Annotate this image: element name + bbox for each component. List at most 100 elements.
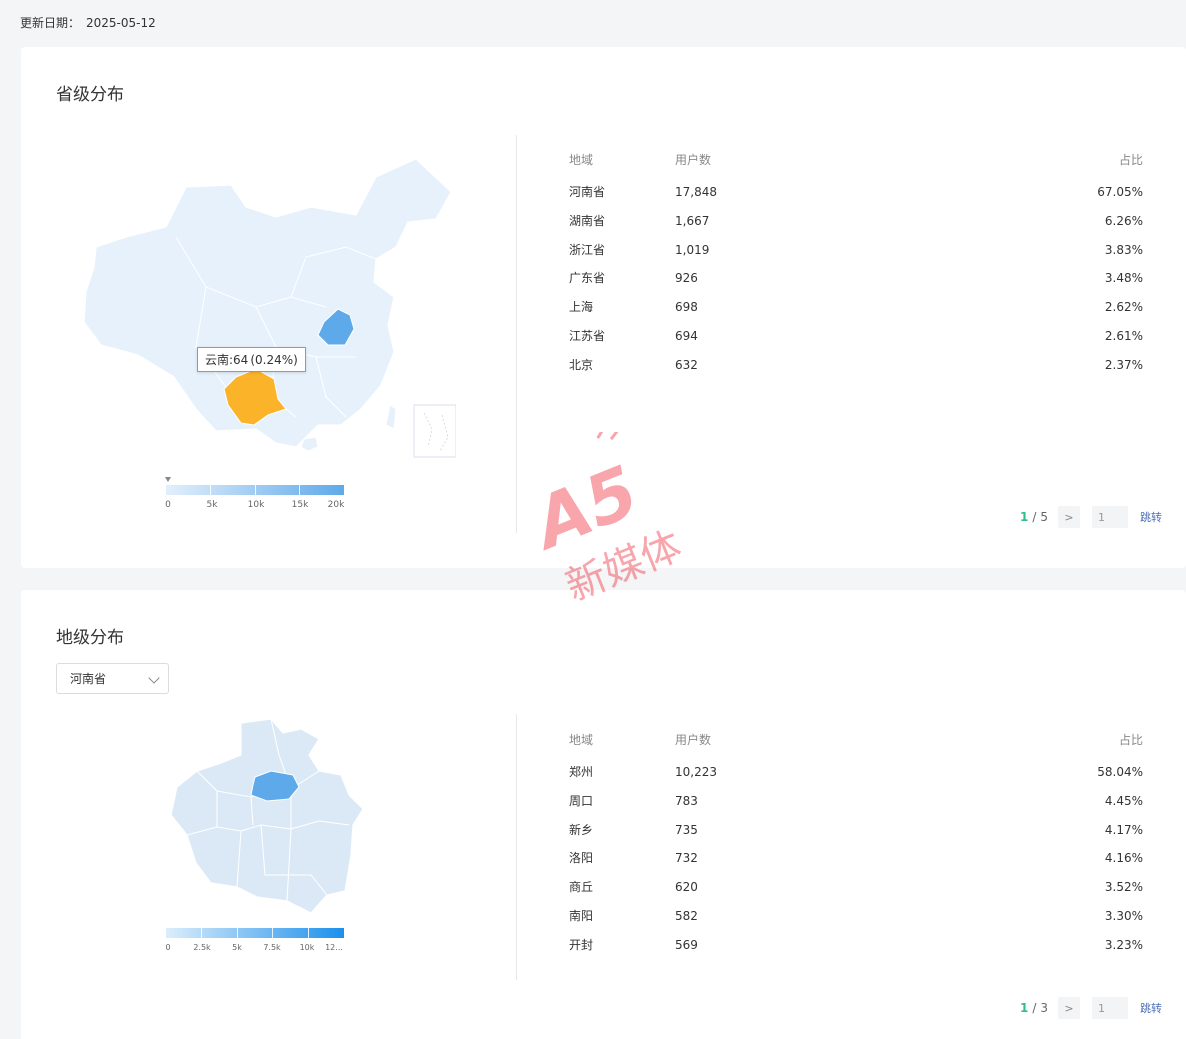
henan-map[interactable] (141, 715, 371, 915)
cell-users: 620 (675, 880, 698, 895)
map-henan-province[interactable] (170, 718, 364, 914)
cell-users: 926 (675, 271, 698, 286)
legend-bar[interactable] (166, 928, 344, 938)
cell-percent: 58.04% (1097, 765, 1143, 779)
legend-tick: 0 (165, 500, 171, 510)
legend-tick: 0 (165, 943, 171, 952)
update-date-label: 更新日期： (20, 16, 81, 30)
cell-users: 735 (675, 822, 698, 837)
cell-region: 江苏省 (569, 328, 606, 343)
pager-total: 5 (1040, 510, 1048, 524)
table-row: 广东省 926 3.48% (569, 270, 1143, 299)
province-select-value: 河南省 (70, 672, 107, 686)
cell-users: 569 (675, 937, 698, 952)
pager-current: 1 (1019, 1001, 1029, 1015)
jump-button[interactable]: 跳转 (1140, 509, 1162, 525)
tooltip-region: 云南:64 (205, 353, 249, 367)
cell-percent: 4.45% (1104, 793, 1143, 808)
header-percent: 占比 (1118, 153, 1143, 167)
divider (516, 714, 517, 980)
legend-ticks: 0 2.5k 5k 7.5k 10k 12... (165, 943, 346, 957)
jump-button[interactable]: 跳转 (1140, 1000, 1162, 1016)
table-row: 浙江省 1,019 3.83% (569, 242, 1143, 271)
header-region: 地域 (569, 153, 594, 167)
city-legend[interactable]: 0 2.5k 5k 7.5k 10k 12... (165, 928, 346, 957)
city-table: 地域 用户数 占比 郑州 10,223 58.04% 周口 783 4.45% 新乡 73… (569, 731, 1143, 966)
cell-region: 广东省 (569, 271, 606, 286)
province-title: 省级分布 (56, 85, 124, 105)
cell-percent: 67.05% (1097, 185, 1143, 199)
cell-percent: 3.83% (1104, 242, 1143, 257)
legend-tick: 2.5k (193, 943, 211, 952)
cell-users: 698 (675, 300, 698, 315)
province-select[interactable]: 河南省 (56, 663, 169, 694)
table-row: 南阳 582 3.30% (569, 908, 1143, 937)
pager-sep: / (1032, 510, 1037, 524)
cell-percent: 2.61% (1104, 328, 1143, 343)
pager-current: 1 (1019, 510, 1029, 524)
legend-tick: 10k (299, 943, 315, 952)
cell-region: 开封 (569, 937, 594, 952)
city-pagination: 1 / 3 > 跳转 (1020, 997, 1162, 1019)
header-percent: 占比 (1118, 733, 1143, 747)
header-users: 用户数 (675, 153, 712, 167)
cell-percent: 3.23% (1104, 937, 1143, 952)
next-page-button[interactable]: > (1058, 506, 1080, 528)
legend-bar[interactable] (166, 485, 344, 495)
header-users: 用户数 (675, 733, 712, 747)
cell-percent: 3.52% (1104, 880, 1143, 895)
map-taiwan[interactable] (385, 404, 397, 430)
legend-tick: 5k (206, 500, 218, 510)
cell-region: 周口 (569, 793, 594, 808)
city-title: 地级分布 (56, 628, 124, 648)
cell-percent: 3.48% (1104, 271, 1143, 286)
province-table: 地域 用户数 占比 河南省 17,848 67.05% 湖南省 1,667 6.26% … (569, 151, 1143, 386)
map-inset-islands (423, 412, 449, 452)
update-date-value: 2025-05-12 (86, 16, 156, 30)
china-map[interactable] (56, 147, 456, 467)
cell-region: 郑州 (569, 765, 594, 779)
cell-users: 732 (675, 851, 698, 866)
legend-marker-icon[interactable] (165, 477, 171, 482)
pager-total: 3 (1040, 1001, 1048, 1015)
header-region: 地域 (569, 733, 594, 747)
legend-tick: 12... (325, 943, 343, 952)
table-header: 地域 用户数 占比 (569, 731, 1143, 751)
tooltip-percent: (0.24%) (250, 353, 298, 367)
china-map-svg[interactable] (56, 147, 456, 467)
cell-users: 1,667 (675, 213, 710, 228)
cell-percent: 6.26% (1104, 213, 1143, 228)
province-legend[interactable]: 0 5k 10k 15k 20k (165, 477, 346, 514)
pager-sep: / (1032, 1001, 1037, 1015)
map-hainan[interactable] (300, 436, 319, 452)
table-header: 地域 用户数 占比 (569, 151, 1143, 171)
table-row: 湖南省 1,667 6.26% (569, 213, 1143, 242)
legend-ticks: 0 5k 10k 15k 20k (165, 500, 346, 514)
cell-region: 上海 (569, 300, 594, 315)
cell-users: 632 (675, 357, 698, 372)
henan-map-svg[interactable] (141, 715, 371, 915)
table-row: 周口 783 4.45% (569, 793, 1143, 822)
cell-region: 商丘 (569, 880, 594, 895)
cell-region: 湖南省 (569, 213, 606, 228)
table-row: 河南省 17,848 67.05% (569, 184, 1143, 213)
province-distribution-card: 省级分布 云南:64 (0.24%) 0 5k 10k 15k 20k 地域 用… (21, 47, 1186, 568)
cell-region: 浙江省 (569, 242, 606, 257)
next-page-button[interactable]: > (1058, 997, 1080, 1019)
page-number-input[interactable] (1092, 506, 1128, 528)
province-pagination: 1 / 5 > 跳转 (1020, 506, 1162, 528)
cell-percent: 3.30% (1104, 908, 1143, 923)
page-number-input[interactable] (1092, 997, 1128, 1019)
divider (516, 135, 517, 533)
table-row: 上海 698 2.62% (569, 299, 1143, 328)
cell-users: 783 (675, 793, 698, 808)
cell-percent: 4.16% (1104, 851, 1143, 866)
table-row: 江苏省 694 2.61% (569, 328, 1143, 357)
chevron-right-icon: > (1064, 1001, 1074, 1015)
cell-users: 10,223 (675, 765, 717, 779)
cell-percent: 2.37% (1104, 357, 1143, 372)
table-row: 郑州 10,223 58.04% (569, 764, 1143, 793)
cell-region: 南阳 (569, 908, 594, 923)
table-row: 商丘 620 3.52% (569, 879, 1143, 908)
cell-percent: 2.62% (1104, 300, 1143, 315)
